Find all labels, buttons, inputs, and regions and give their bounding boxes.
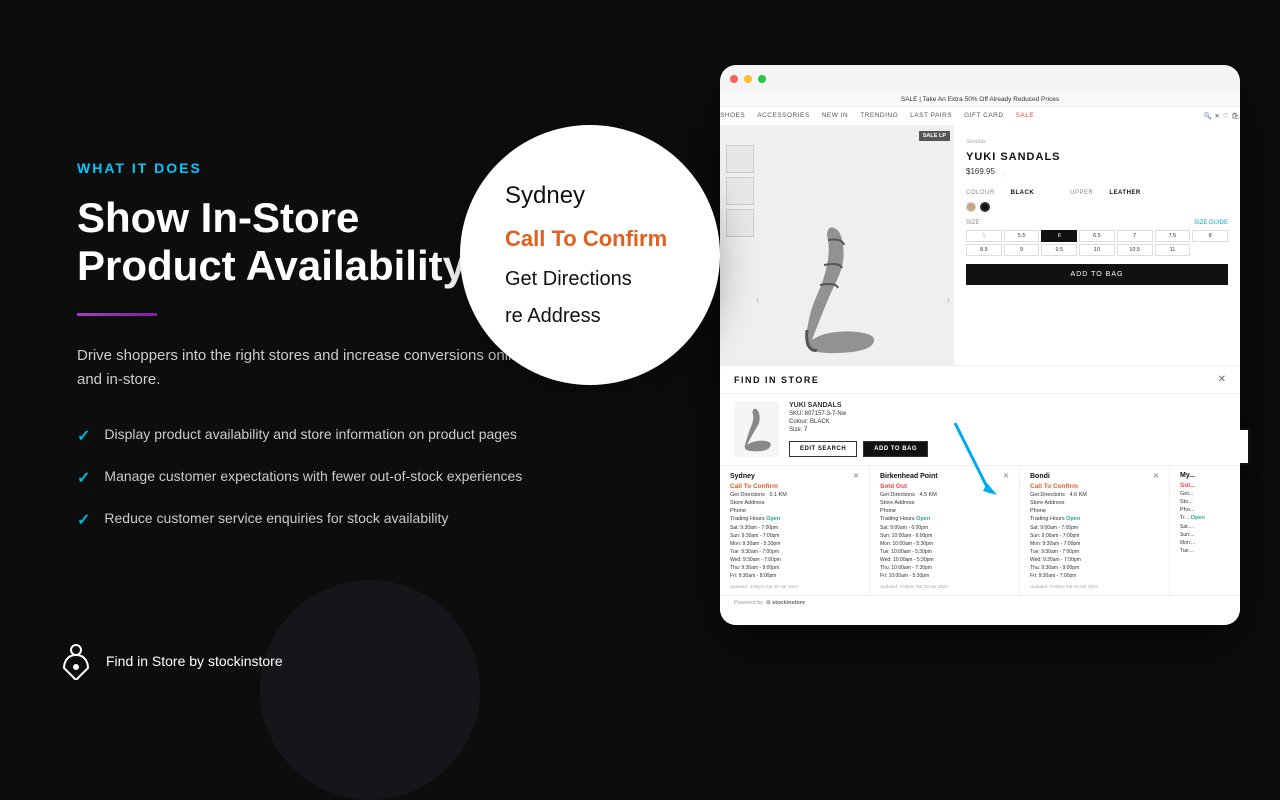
brand-icon: [60, 642, 92, 680]
edit-search-button[interactable]: EDIT SEARCH: [789, 441, 857, 457]
list-item: ✓ Manage customer expectations with fewe…: [77, 466, 557, 488]
popup-address-text: re Address: [505, 305, 601, 328]
store-remove-button[interactable]: ✕: [853, 472, 859, 480]
colour-swatches: [966, 202, 1228, 212]
size-btn[interactable]: 7.5: [1155, 230, 1191, 242]
store-col-bondi: Bondi ✕ Call To Confirm Get Directions 4…: [1020, 466, 1170, 595]
size-btn[interactable]: 9.5: [1041, 244, 1077, 256]
modal-close-button[interactable]: ✕: [1218, 374, 1226, 385]
product-price: $169.95: [966, 167, 995, 176]
breadcrumb: Sandals: [966, 139, 1228, 145]
next-arrow[interactable]: ›: [947, 295, 950, 306]
wishlist-icon[interactable]: ♡: [1003, 173, 1007, 179]
size-btn[interactable]: 6.5: [1079, 230, 1115, 242]
store-page: SALE | Take An Extra 50% Off Already Red…: [720, 93, 1240, 625]
section-label: WHAT IT DOES: [77, 160, 557, 176]
black-swatch[interactable]: [980, 202, 990, 212]
size-btn[interactable]: 8.5: [966, 244, 1002, 256]
nude-swatch[interactable]: [966, 202, 976, 212]
list-item: ✓ Reduce customer service enquiries for …: [77, 508, 557, 530]
feature-list: ✓ Display product availability and store…: [77, 424, 557, 530]
decorative-circle: [260, 580, 480, 800]
window-minimize-dot: [744, 75, 752, 83]
product-name: YUKI SANDALS: [966, 151, 1228, 163]
browser-frame: SALE | Take An Extra 50% Off Already Red…: [720, 65, 1240, 625]
size-btn[interactable]: 5.5: [1004, 230, 1040, 242]
window-close-dot: [730, 75, 738, 83]
size-section: SIZE Size Guide 5 5.5 6 6.5 7 7.5 8 8.5: [966, 220, 1228, 256]
right-panel: SALE | Take An Extra 50% Off Already Red…: [680, 65, 1240, 645]
store-remove-button[interactable]: ✕: [1153, 472, 1159, 480]
modal-actions: EDIT SEARCH ADD TO BAG: [789, 441, 928, 457]
size-btn[interactable]: 11: [1155, 244, 1191, 256]
thumbnail-strip: [726, 145, 754, 237]
size-grid: 5 5.5 6 6.5 7 7.5 8 8.5 9 9.5 10 10.5: [966, 230, 1228, 256]
description-text: Drive shoppers into the right stores and…: [77, 344, 557, 392]
modal-title: FIND IN STORE: [734, 375, 819, 385]
store-col-partial: My... Sol... Get... Sto... Pho... Tr... …: [1170, 466, 1240, 595]
modal-add-to-bag-button[interactable]: ADD TO BAG: [863, 441, 928, 457]
store-nav: SHOES ACCESSORIES NEW IN TRENDING LAST P…: [720, 107, 1240, 125]
popup-directions-text: Get Directions: [505, 268, 632, 291]
colour-row: COLOUR BLACK UPPER LEATHER: [966, 190, 1228, 196]
brand-label: Find in Store by stockinstore: [106, 653, 283, 669]
store-col-sydney: Sydney ✕ Call To Confirm Get Directions …: [720, 466, 870, 595]
thumbnail: [726, 209, 754, 237]
size-btn[interactable]: 9: [1004, 244, 1040, 256]
bottom-brand: Find in Store by stockinstore: [60, 642, 283, 680]
store-popup-circle: Sydney Call To Confirm Get Directions re…: [460, 125, 720, 385]
thumbnail: [726, 177, 754, 205]
check-icon: ✓: [77, 510, 90, 530]
size-btn-selected[interactable]: 6: [1041, 230, 1077, 242]
popup-city-text: Sydney: [505, 182, 585, 210]
sale-banner: SALE | Take An Extra 50% Off Already Red…: [720, 93, 1240, 107]
list-item: ✓ Display product availability and store…: [77, 424, 557, 446]
thumbnail: [726, 145, 754, 173]
decorative-line: [77, 313, 157, 316]
window-maximize-dot: [758, 75, 766, 83]
prev-arrow[interactable]: ‹: [756, 295, 759, 306]
size-btn[interactable]: 10: [1079, 244, 1115, 256]
size-btn[interactable]: 10.5: [1117, 244, 1153, 256]
sale-badge: SALE LP: [919, 131, 950, 141]
browser-bar: [720, 65, 1240, 93]
modal-footer: Powered by ⊙ stockinstore: [720, 595, 1240, 610]
check-icon: ✓: [77, 468, 90, 488]
modal-product-image: [734, 402, 779, 457]
size-btn[interactable]: 5: [966, 230, 1002, 242]
size-btn[interactable]: 7: [1117, 230, 1153, 242]
add-to-bag-button[interactable]: ADD TO BAG: [966, 264, 1228, 285]
modal-product-info: YUKI SANDALS SKU: 807157-3-7-Nw Colour: …: [789, 402, 928, 457]
size-btn[interactable]: 8: [1192, 230, 1228, 242]
arrow-container: [945, 423, 1005, 508]
modal-header: FIND IN STORE ✕: [720, 366, 1240, 394]
popup-status-text: Call To Confirm: [505, 226, 667, 252]
check-icon: ✓: [77, 426, 90, 446]
